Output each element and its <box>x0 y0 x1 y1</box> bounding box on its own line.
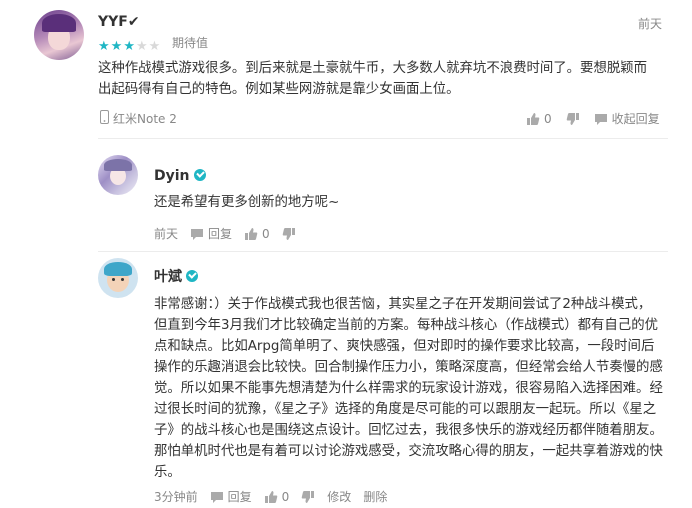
reply-divider <box>98 251 668 252</box>
star-filled-icon: ★ <box>123 39 136 54</box>
edit-label: 修改 <box>327 490 352 504</box>
rating-label: 期待值 <box>172 36 209 50</box>
edit-button[interactable]: 修改 <box>327 488 351 505</box>
comment-icon <box>594 112 608 126</box>
comment-icon <box>210 490 224 504</box>
reply-time: 前天 <box>154 227 179 241</box>
verified-icon <box>186 270 198 282</box>
reply-avatar-dyin[interactable] <box>98 155 138 195</box>
device-info: 红米Note 2 <box>100 110 177 127</box>
comment-icon <box>190 227 204 241</box>
reply-username[interactable]: 叶斌 <box>154 269 182 285</box>
reply-button[interactable]: 回复 <box>190 225 232 242</box>
like-count: 0 <box>544 111 552 126</box>
thumbs-up-icon <box>244 227 258 241</box>
collapse-label: 收起回复 <box>611 112 660 126</box>
thumbs-up-icon <box>264 490 278 504</box>
user-avatar-yyf[interactable] <box>34 10 84 60</box>
reply-time: 3分钟前 <box>154 490 198 504</box>
rating-stars: ★★★★★ <box>98 35 161 54</box>
post-time: 前天 <box>637 17 662 31</box>
like-button[interactable]: 0 <box>244 225 270 242</box>
post-content: 这种作战模式游戏很多。到后来就是土豪就牛币，大多数人就弃坑不浪费时间了。要想脱颖… <box>98 61 648 97</box>
dislike-button[interactable] <box>566 110 580 127</box>
star-filled-icon: ★ <box>110 39 124 54</box>
reply-avatar-yebin[interactable] <box>98 258 138 298</box>
verified-icon <box>193 169 206 181</box>
reply-username[interactable]: Dyin <box>154 168 190 184</box>
thumbs-down-icon <box>566 112 580 126</box>
reply-button[interactable]: 回复 <box>210 488 252 505</box>
like-button[interactable]: 0 <box>264 488 290 505</box>
star-empty-icon: ★ <box>135 39 149 54</box>
post-divider <box>98 138 668 139</box>
thumbs-up-icon <box>526 112 540 126</box>
delete-button[interactable]: 删除 <box>363 488 387 505</box>
delete-label: 删除 <box>363 490 388 504</box>
thumbs-down-icon <box>282 227 296 241</box>
dislike-button[interactable] <box>282 225 296 242</box>
reply-label: 回复 <box>227 490 252 504</box>
reply-label: 回复 <box>208 227 233 241</box>
like-count: 0 <box>262 226 270 241</box>
post-username[interactable]: YYF✔ <box>98 14 140 30</box>
like-button[interactable]: 0 <box>526 110 552 127</box>
reply-content: 还是希望有更多创新的地方呢~ <box>154 195 340 210</box>
star-filled-icon: ★ <box>98 39 111 54</box>
phone-icon <box>100 110 109 127</box>
device-name: 红米Note 2 <box>113 112 177 126</box>
reply-content: 非常感谢：）关于作战模式我也很苦恼，其实星之子在开发期间尝试了2种战斗模式，但直… <box>154 297 663 480</box>
thumbs-down-icon <box>301 490 315 504</box>
collapse-replies-button[interactable]: 收起回复 <box>594 110 660 127</box>
like-count: 0 <box>281 489 290 504</box>
star-empty-icon: ★ <box>148 39 162 54</box>
dislike-button[interactable] <box>301 488 315 505</box>
